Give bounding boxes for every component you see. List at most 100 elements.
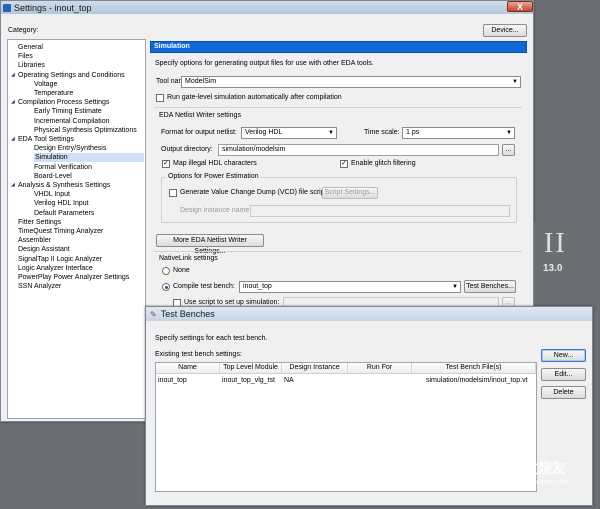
tree-item-incremental-compilation[interactable]: Incremental Compilation <box>34 117 109 126</box>
tree-item-assembler[interactable]: Assembler <box>18 236 51 245</box>
tree-expander-icon[interactable]: ◢ <box>11 99 15 105</box>
column-header[interactable]: Name <box>156 363 220 373</box>
category-tree[interactable]: General Files Libraries ◢ Operating Settings… <box>7 39 146 419</box>
column-header[interactable]: Test Bench File(s) <box>412 363 536 373</box>
test-benches-title: Test Benches <box>160 309 215 319</box>
tree-item-powerplay-power-analyzer-settings[interactable]: PowerPlay Power Analyzer Settings <box>18 273 129 282</box>
edit-button[interactable]: Edit... <box>541 368 586 381</box>
netlist-group-title: EDA Netlist Writer settings <box>159 112 241 119</box>
tree-item-ssn-analyzer[interactable]: SSN Analyzer <box>18 282 61 291</box>
tool-name-select[interactable]: ModelSim ▼ <box>181 76 521 88</box>
tree-item-physical-synthesis-optimizations[interactable]: Physical Synthesis Optimizations <box>34 126 137 135</box>
tree-item-operating-settings-and-conditions[interactable]: Operating Settings and Conditions <box>18 71 125 80</box>
column-header[interactable]: Top Level Module <box>220 363 282 373</box>
quartus-version-text: 13.0 <box>543 263 563 274</box>
design-instance-input[interactable] <box>250 205 510 217</box>
watermark-logo: 电子发烧友 <box>496 460 566 476</box>
chevron-down-icon: ▼ <box>452 284 458 290</box>
tree-item-formal-verification[interactable]: Formal Verification <box>34 163 92 172</box>
tree-item-default-parameters[interactable]: Default Parameters <box>34 209 94 218</box>
use-script-label: Use script to set up simulation: <box>184 299 280 306</box>
compile-test-bench-radio[interactable] <box>162 283 170 291</box>
tree-item-simulation[interactable]: Simulation <box>34 153 144 163</box>
tree-expander-icon[interactable]: ◢ <box>11 136 15 142</box>
tool-name-value: ModelSim <box>185 78 217 85</box>
desktop-background <box>0 418 150 509</box>
time-scale-select[interactable]: 1 ps ▼ <box>402 127 515 139</box>
test-benches-titlebar: ✎ Test Benches <box>146 307 592 321</box>
script-settings-button[interactable]: Script Settings... <box>322 187 378 199</box>
panel-header: Simulation <box>150 41 527 53</box>
chevron-down-icon: ▼ <box>512 79 518 85</box>
panel-header-title: Simulation <box>154 43 190 50</box>
tree-expander-icon[interactable]: ◢ <box>11 182 15 188</box>
column-header[interactable]: Design Instance <box>282 363 348 373</box>
run-gate-level-label: Run gate-level simulation automatically … <box>167 94 342 101</box>
vcd-label: Generate Value Change Dump (VCD) file sc… <box>180 189 327 196</box>
quartus-logo-text: II <box>544 228 567 259</box>
tree-item-files[interactable]: Files <box>18 52 33 61</box>
power-group-title: Options for Power Estimation <box>166 173 261 180</box>
delete-button[interactable]: Delete <box>541 386 586 399</box>
tree-item-voltage[interactable]: Voltage <box>34 80 57 89</box>
chevron-down-icon: ▼ <box>328 130 334 136</box>
none-label: None <box>173 267 190 274</box>
map-illegal-label: Map illegal HDL characters <box>173 160 257 167</box>
dialog-icon: ✎ <box>150 309 157 319</box>
device-button[interactable]: Device... <box>483 24 527 37</box>
format-label: Format for output netlist: <box>161 129 237 136</box>
tree-item-signaltap-ii-logic-analyzer[interactable]: SignalTap II Logic Analyzer <box>18 255 102 264</box>
tree-item-early-timing-estimate[interactable]: Early Timing Estimate <box>34 107 102 116</box>
more-eda-settings-button[interactable]: More EDA Netlist Writer Settings... <box>156 234 264 255</box>
glitch-filtering-label: Enable glitch filtering <box>351 160 416 167</box>
tree-item-analysis-synthesis-settings[interactable]: Analysis & Synthesis Settings <box>18 181 110 190</box>
table-cell: NA <box>284 377 294 384</box>
time-scale-label: Time scale: <box>364 129 400 136</box>
settings-titlebar: Settings - inout_top <box>1 1 533 14</box>
test-benches-button[interactable]: Test Benches... <box>464 280 516 293</box>
tree-item-timequest-timing-analyzer[interactable]: TimeQuest Timing Analyzer <box>18 227 103 236</box>
compile-test-bench-select[interactable]: inout_top ▼ <box>239 281 461 293</box>
tree-item-general[interactable]: General <box>18 43 43 52</box>
glitch-filtering-checkbox[interactable]: ✓ <box>340 160 348 168</box>
tree-item-compilation-process-settings[interactable]: Compilation Process Settings <box>18 98 109 107</box>
chevron-down-icon: ▼ <box>506 130 512 136</box>
map-illegal-checkbox[interactable]: ✓ <box>162 160 170 168</box>
tree-item-eda-tool-settings[interactable]: EDA Tool Settings <box>18 135 74 144</box>
panel-description: Specify options for generating output fi… <box>155 60 374 67</box>
format-select[interactable]: Verilog HDL ▼ <box>241 127 337 139</box>
tree-item-verilog-hdl-input[interactable]: Verilog HDL Input <box>34 199 89 208</box>
compile-test-bench-value: inout_top <box>243 283 272 290</box>
app-icon <box>3 3 11 12</box>
output-dir-input[interactable]: simulation/modelsim <box>218 144 499 156</box>
output-dir-browse-button[interactable]: ... <box>502 144 515 156</box>
tree-item-vhdl-input[interactable]: VHDL Input <box>34 190 70 199</box>
design-instance-label: Design instance name: <box>180 207 252 214</box>
compile-test-bench-label: Compile test bench: <box>173 283 235 290</box>
nativelink-title: NativeLink settings <box>159 255 218 262</box>
time-scale-value: 1 ps <box>406 129 420 136</box>
tree-item-logic-analyzer-interface[interactable]: Logic Analyzer Interface <box>18 264 93 273</box>
output-dir-label: Output directory: <box>161 146 213 153</box>
new-button[interactable]: New... <box>541 349 586 362</box>
tree-item-design-entry-synthesis[interactable]: Design Entry/Synthesis <box>34 144 106 153</box>
table-cell: inout_top <box>158 377 187 384</box>
run-gate-level-checkbox[interactable] <box>156 94 164 102</box>
existing-settings-label: Existing test bench settings: <box>155 351 242 358</box>
category-label: Category: <box>8 27 39 34</box>
test-bench-table[interactable]: Name Top Level Module Design Instance Run F… <box>155 362 537 492</box>
tree-item-libraries[interactable]: Libraries <box>18 61 45 70</box>
tree-item-board-level[interactable]: Board-Level <box>34 172 72 181</box>
tree-item-temperature[interactable]: Temperature <box>34 89 73 98</box>
column-header[interactable]: Run For <box>348 363 412 373</box>
divider <box>154 251 522 252</box>
test-benches-description: Specify settings for each test bench. <box>155 335 268 342</box>
vcd-checkbox[interactable] <box>169 189 177 197</box>
tree-item-design-assistant[interactable]: Design Assistant <box>18 245 70 254</box>
table-header: Name Top Level Module Design Instance Run F… <box>156 363 536 374</box>
table-row[interactable]: inout_top inout_top_vlg_tst NA simulation/m… <box>156 376 536 386</box>
tree-expander-icon[interactable]: ◢ <box>11 72 15 78</box>
close-button[interactable]: X <box>507 1 533 12</box>
tree-item-fitter-settings[interactable]: Fitter Settings <box>18 218 61 227</box>
none-radio[interactable] <box>162 267 170 275</box>
